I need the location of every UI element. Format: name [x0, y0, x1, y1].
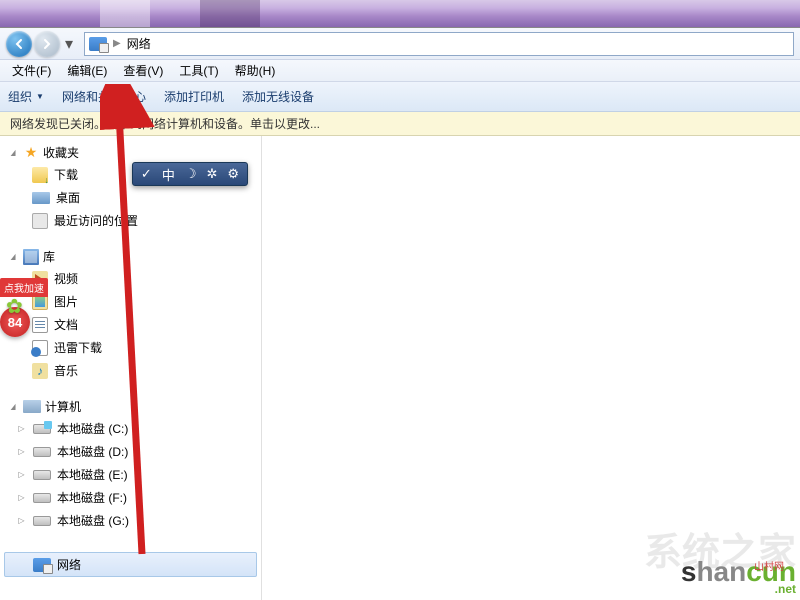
expander-icon[interactable] [8, 147, 19, 158]
sidebar-item-drive-g[interactable]: 本地磁盘 (G:) [0, 509, 261, 532]
sidebar-item-drive-c[interactable]: 本地磁盘 (C:) [0, 417, 261, 440]
sidebar-item-network[interactable]: 网络 [4, 552, 257, 577]
ime-widget[interactable]: ✓ 中 ☽ ✲ ⚙ [132, 162, 248, 186]
videos-label: 视频 [54, 270, 78, 287]
forward-button[interactable] [34, 31, 60, 57]
accelerator-badge[interactable]: 点我加速 ✿ 84 [0, 278, 48, 337]
drive-icon [33, 493, 51, 503]
add-printer-button[interactable]: 添加打印机 [164, 88, 224, 105]
sidebar-item-desktop[interactable]: 桌面 [0, 186, 261, 209]
drive-d-label: 本地磁盘 (D:) [57, 443, 128, 460]
music-icon: ♪ [32, 363, 48, 379]
expander-icon[interactable] [8, 251, 19, 262]
computer-label: 计算机 [45, 398, 81, 415]
chevron-down-icon: ▼ [36, 92, 44, 101]
computer-header[interactable]: 计算机 [0, 396, 261, 417]
command-toolbar: 组织 ▼ 网络和共享中心 添加打印机 添加无线设备 [0, 82, 800, 112]
network-label: 网络 [57, 556, 81, 573]
network-icon [33, 558, 51, 572]
documents-label: 文档 [54, 316, 78, 333]
drive-icon [33, 424, 51, 434]
ime-gear-icon: ⚙ [227, 166, 239, 182]
sidebar-item-drive-d[interactable]: 本地磁盘 (D:) [0, 440, 261, 463]
ime-mode: 中 [162, 165, 175, 184]
music-label: 音乐 [54, 362, 78, 379]
organize-button[interactable]: 组织 ▼ [8, 88, 44, 105]
sidebar-item-drive-e[interactable]: 本地磁盘 (E:) [0, 463, 261, 486]
expander-icon[interactable] [16, 446, 27, 457]
network-group: 网络 [0, 552, 261, 577]
xunlei-label: 迅雷下载 [54, 339, 102, 356]
content-pane [262, 136, 800, 600]
desktop-label: 桌面 [56, 189, 80, 206]
navigation-bar: ▾ ▶ 网络 [0, 28, 800, 60]
favorites-label: 收藏夹 [43, 144, 79, 161]
organize-label: 组织 [8, 88, 32, 105]
drive-f-label: 本地磁盘 (F:) [57, 489, 127, 506]
expander-icon[interactable] [8, 401, 19, 412]
sidebar-item-music[interactable]: ♪ 音乐 [0, 359, 261, 382]
leaf-icon: ✿ [6, 294, 23, 319]
expander-icon[interactable] [16, 515, 27, 526]
xunlei-icon [32, 340, 48, 356]
sidebar-item-drive-f[interactable]: 本地磁盘 (F:) [0, 486, 261, 509]
menu-file[interactable]: 文件(F) [4, 60, 59, 81]
expander-icon[interactable] [16, 423, 27, 434]
menu-help[interactable]: 帮助(H) [227, 60, 284, 81]
drive-icon [33, 470, 51, 480]
pictures-label: 图片 [54, 293, 78, 310]
expander-icon[interactable] [16, 492, 27, 503]
library-icon [23, 249, 39, 265]
drive-icon [33, 516, 51, 526]
menu-edit[interactable]: 编辑(E) [59, 60, 115, 81]
libraries-label: 库 [43, 248, 55, 265]
ime-spark-icon: ✲ [207, 166, 218, 182]
sidebar-item-recent[interactable]: 最近访问的位置 [0, 209, 261, 232]
navigation-pane: ★ 收藏夹 下载 桌面 最近访问的位置 库 [0, 136, 262, 600]
libraries-header[interactable]: 库 [0, 246, 261, 267]
main-area: ★ 收藏夹 下载 桌面 最近访问的位置 库 [0, 136, 800, 600]
window-titlebar [0, 0, 800, 28]
back-button[interactable] [6, 31, 32, 57]
menu-bar: 文件(F) 编辑(E) 查看(V) 工具(T) 帮助(H) [0, 60, 800, 82]
sidebar-item-xunlei[interactable]: 迅雷下载 [0, 336, 261, 359]
network-icon [89, 37, 107, 51]
breadcrumb-separator: ▶ [113, 38, 121, 49]
star-icon: ★ [23, 145, 39, 161]
address-bar[interactable]: ▶ 网络 [84, 32, 794, 56]
history-dropdown[interactable]: ▾ [62, 34, 76, 54]
drive-c-label: 本地磁盘 (C:) [57, 420, 128, 437]
ime-moon-icon: ☽ [185, 166, 197, 182]
add-wireless-device-button[interactable]: 添加无线设备 [242, 88, 314, 105]
favorites-group: ★ 收藏夹 下载 桌面 最近访问的位置 [0, 142, 261, 232]
info-bar[interactable]: 网络发现已关闭。看不到网络计算机和设备。单击以更改... [0, 112, 800, 136]
expander-icon[interactable] [16, 469, 27, 480]
recent-label: 最近访问的位置 [54, 212, 138, 229]
address-location[interactable]: 网络 [127, 35, 151, 52]
downloads-icon [32, 167, 48, 183]
ime-check-icon: ✓ [141, 166, 152, 182]
drive-g-label: 本地磁盘 (G:) [57, 512, 129, 529]
recent-icon [32, 213, 48, 229]
menu-view[interactable]: 查看(V) [115, 60, 171, 81]
network-sharing-center-button[interactable]: 网络和共享中心 [62, 88, 146, 105]
computer-group: 计算机 本地磁盘 (C:) 本地磁盘 (D:) 本地磁盘 (E:) 本地磁盘 ( [0, 396, 261, 532]
menu-tools[interactable]: 工具(T) [171, 60, 226, 81]
drive-icon [33, 447, 51, 457]
computer-icon [23, 400, 41, 413]
downloads-label: 下载 [54, 166, 78, 183]
favorites-header[interactable]: ★ 收藏夹 [0, 142, 261, 163]
drive-e-label: 本地磁盘 (E:) [57, 466, 128, 483]
info-message: 网络发现已关闭。看不到网络计算机和设备。单击以更改... [10, 115, 320, 132]
desktop-icon [32, 192, 50, 204]
